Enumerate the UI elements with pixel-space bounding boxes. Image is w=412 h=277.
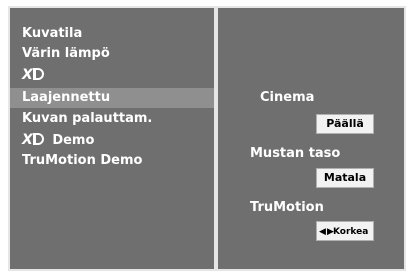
trumotion-value: Korkea [332, 227, 369, 237]
menu-item-laajennettu[interactable]: Laajennettu [10, 88, 214, 108]
black-level-label: Mustan taso [250, 146, 341, 161]
menu-panel: Kuvatila Värin lämpö X Laajennettu Kuvan… [8, 6, 216, 271]
tv-settings-screen: Kuvatila Värin lämpö X Laajennettu Kuvan… [0, 0, 412, 277]
menu-item-trumotion-demo[interactable]: TruMotion Demo [10, 151, 214, 171]
menu-item-kuvatila[interactable]: Kuvatila [10, 24, 214, 44]
cinema-value-box[interactable]: Päällä [316, 114, 374, 134]
menu-item-varin-lampo[interactable]: Värin lämpö [10, 44, 214, 64]
menu-item-label: TruMotion Demo [22, 153, 143, 168]
trumotion-label: TruMotion [250, 200, 324, 215]
cinema-label: Cinema [260, 90, 315, 105]
menu-item-label: Kuvan palauttam. [22, 111, 153, 126]
black-level-value-box[interactable]: Matala [316, 168, 374, 188]
menu-item-label: Laajennettu [22, 90, 111, 105]
settings-panel: Cinema Päällä Mustan taso Matala TruMoti… [216, 6, 406, 271]
menu-item-label: Demo [52, 133, 95, 148]
menu-item-kuvan-palauttam[interactable]: Kuvan palauttam. [10, 109, 214, 129]
left-right-arrows-icon[interactable]: ◀ ▶ [319, 227, 334, 237]
trumotion-value-box[interactable]: ◀ ▶Korkea [316, 221, 374, 241]
xd-logo-icon: X [22, 65, 44, 85]
xd-logo-icon: X [22, 130, 44, 150]
menu-item-label: Kuvatila [22, 26, 83, 41]
menu-item-xd-demo[interactable]: X Demo [10, 130, 214, 150]
menu-item-label: Värin lämpö [22, 46, 110, 61]
menu-item-xd[interactable]: X [10, 65, 214, 85]
